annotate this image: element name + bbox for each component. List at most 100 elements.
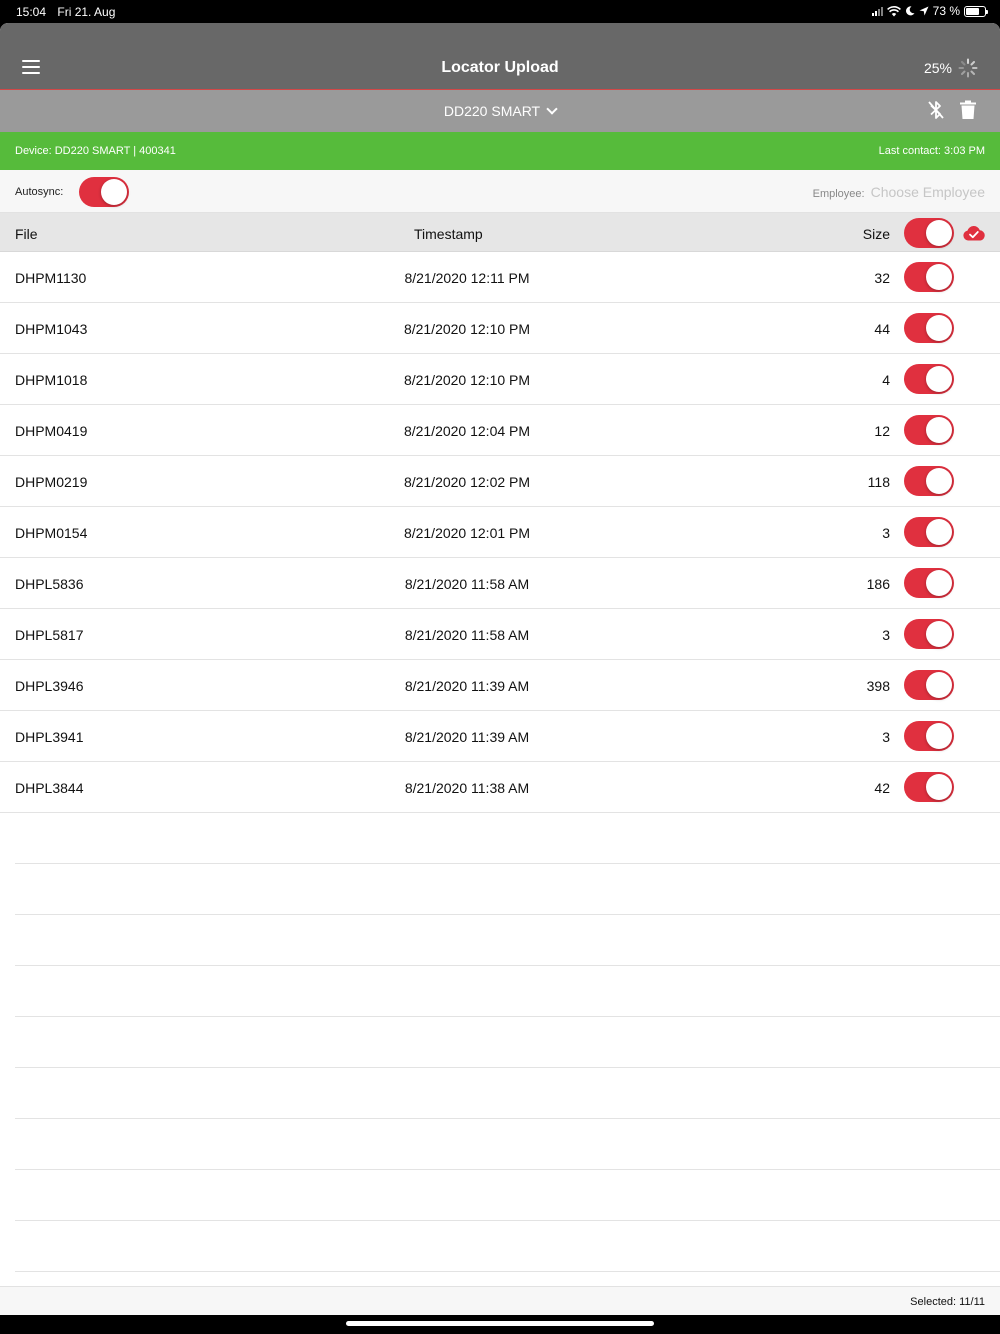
chevron-down-icon	[546, 103, 558, 115]
cloud-check-icon[interactable]	[962, 226, 986, 241]
file-list: DHPM1130 8/21/2020 12:11 PM 32 DHPM1043 …	[0, 252, 1000, 1272]
trash-icon[interactable]	[960, 100, 976, 120]
row-select-toggle[interactable]	[904, 466, 954, 496]
employee-placeholder: Choose Employee	[870, 184, 985, 200]
empty-row	[15, 915, 1000, 966]
table-row[interactable]: DHPL5836 8/21/2020 11:58 AM 186	[0, 558, 1000, 609]
device-dropdown-label: DD220 SMART	[443, 103, 541, 119]
table-row[interactable]: DHPM1130 8/21/2020 12:11 PM 32	[0, 252, 1000, 303]
row-select-toggle[interactable]	[904, 670, 954, 700]
row-select-toggle[interactable]	[904, 313, 954, 343]
row-file: DHPL3941	[15, 729, 84, 745]
select-all-toggle[interactable]	[904, 218, 954, 248]
empty-row	[15, 864, 1000, 915]
row-select-toggle[interactable]	[904, 721, 954, 751]
row-timestamp: 8/21/2020 12:02 PM	[403, 474, 531, 490]
row-size: 118	[867, 474, 890, 490]
column-header-file: File	[15, 226, 38, 242]
row-file: DHPL3844	[15, 780, 84, 796]
status-time: 15:04	[16, 5, 47, 19]
empty-row	[15, 1170, 1000, 1221]
top-navigation-bar: Locator Upload 25%	[0, 23, 1000, 90]
row-timestamp: 8/21/2020 12:01 PM	[403, 525, 531, 541]
battery-icon	[964, 5, 988, 17]
autosync-label: Autosync:	[15, 186, 64, 198]
row-select-toggle[interactable]	[904, 619, 954, 649]
footer-bar: Selected: 11/11	[0, 1286, 1000, 1315]
home-indicator[interactable]	[346, 1321, 654, 1326]
empty-row	[15, 813, 1000, 864]
row-select-toggle[interactable]	[904, 568, 954, 598]
row-timestamp: 8/21/2020 11:39 AM	[404, 729, 530, 745]
row-size: 186	[866, 576, 890, 592]
row-select-toggle[interactable]	[904, 517, 954, 547]
home-indicator-bar	[0, 1315, 1000, 1334]
row-select-toggle[interactable]	[904, 772, 954, 802]
moon-icon	[905, 6, 915, 16]
row-file: DHPM1043	[15, 321, 88, 337]
table-row[interactable]: DHPM1043 8/21/2020 12:10 PM 44	[0, 303, 1000, 354]
row-file: DHPL3946	[15, 678, 84, 694]
row-select-toggle[interactable]	[904, 415, 954, 445]
row-size: 32	[874, 270, 890, 286]
row-size: 398	[866, 678, 890, 694]
last-contact-text: Last contact: 3:03 PM	[878, 145, 985, 157]
table-row[interactable]: DHPL3941 8/21/2020 11:39 AM 3	[0, 711, 1000, 762]
selected-count: Selected: 11/11	[910, 1296, 985, 1308]
row-file: DHPM1018	[15, 372, 88, 388]
row-timestamp: 8/21/2020 12:04 PM	[403, 423, 531, 439]
device-info-text: Device: DD220 SMART | 400341	[15, 145, 176, 157]
row-file: DHPM0219	[15, 474, 88, 490]
row-file: DHPM0154	[15, 525, 88, 541]
row-select-toggle[interactable]	[904, 262, 954, 292]
row-timestamp: 8/21/2020 11:58 AM	[404, 627, 530, 643]
status-bar-right: 73 %	[871, 4, 988, 18]
employee-selector[interactable]: Employee: Choose Employee	[813, 184, 985, 200]
row-timestamp: 8/21/2020 11:39 AM	[404, 678, 530, 694]
upload-progress-text: 25%	[923, 60, 952, 76]
table-row[interactable]: DHPL5817 8/21/2020 11:58 AM 3	[0, 609, 1000, 660]
column-header-size: Size	[862, 226, 890, 242]
employee-label: Employee:	[812, 188, 865, 200]
empty-row	[15, 1119, 1000, 1170]
empty-row	[15, 966, 1000, 1017]
row-select-toggle[interactable]	[904, 364, 954, 394]
cellular-signal-icon	[871, 6, 883, 16]
autosync-toggle[interactable]	[79, 177, 129, 207]
table-row[interactable]: DHPM0154 8/21/2020 12:01 PM 3	[0, 507, 1000, 558]
device-selector-bar: DD220 SMART	[0, 90, 1000, 132]
table-row[interactable]: DHPM0419 8/21/2020 12:04 PM 12	[0, 405, 1000, 456]
autosync-bar: Autosync: Employee: Choose Employee	[0, 170, 1000, 213]
location-arrow-icon	[919, 6, 929, 16]
row-size: 44	[874, 321, 890, 337]
loading-spinner-icon	[958, 58, 978, 78]
table-header: File Timestamp Size	[0, 213, 1000, 252]
device-status-bar: Device: DD220 SMART | 400341 Last contac…	[0, 132, 1000, 170]
empty-row	[15, 1221, 1000, 1272]
row-size: 4	[882, 372, 890, 388]
row-size: 3	[882, 627, 890, 643]
bluetooth-disabled-icon[interactable]	[927, 100, 945, 120]
status-date: Fri 21. Aug	[57, 5, 116, 19]
row-timestamp: 8/21/2020 12:11 PM	[404, 270, 530, 286]
row-size: 12	[874, 423, 890, 439]
table-row[interactable]: DHPM1018 8/21/2020 12:10 PM 4	[0, 354, 1000, 405]
row-size: 3	[882, 729, 890, 745]
device-dropdown[interactable]: DD220 SMART	[0, 103, 1000, 119]
status-bar-left: 15:04 Fri 21. Aug	[16, 5, 123, 19]
table-row[interactable]: DHPL3844 8/21/2020 11:38 AM 42	[0, 762, 1000, 813]
battery-percentage: 73 %	[932, 4, 960, 18]
row-size: 3	[882, 525, 890, 541]
row-size: 42	[874, 780, 890, 796]
row-timestamp: 8/21/2020 12:10 PM	[403, 321, 531, 337]
row-file: DHPM0419	[15, 423, 88, 439]
table-row[interactable]: DHPM0219 8/21/2020 12:02 PM 118	[0, 456, 1000, 507]
status-bar: 15:04 Fri 21. Aug 73 %	[0, 0, 1000, 23]
row-file: DHPL5836	[15, 576, 84, 592]
empty-row	[15, 1017, 1000, 1068]
column-header-timestamp: Timestamp	[414, 226, 483, 242]
row-timestamp: 8/21/2020 12:10 PM	[403, 372, 531, 388]
app-window: Locator Upload 25% DD220 SMART Device: D…	[0, 23, 1000, 1315]
table-row[interactable]: DHPL3946 8/21/2020 11:39 AM 398	[0, 660, 1000, 711]
row-timestamp: 8/21/2020 11:38 AM	[404, 780, 530, 796]
